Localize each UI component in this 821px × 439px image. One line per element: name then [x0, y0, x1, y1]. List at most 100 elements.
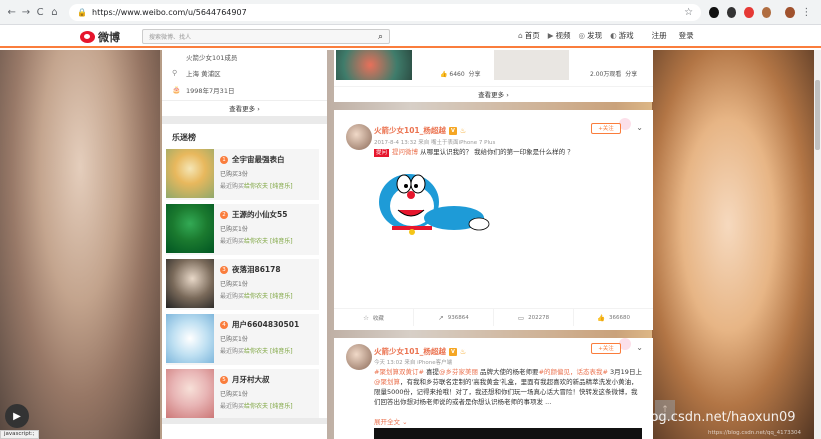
video-icon: ▶: [547, 31, 554, 40]
user-avatar[interactable]: [346, 344, 372, 370]
extension-icon[interactable]: [709, 6, 719, 18]
lock-icon: 🔒: [77, 7, 88, 17]
search-icon[interactable]: ⌕: [378, 32, 383, 42]
status-bar: javascript:;: [0, 430, 39, 439]
like-button[interactable]: 👍 366680: [574, 309, 653, 326]
rank-badge: 4: [220, 320, 228, 329]
video-card: 👍 6460 分享 2.00万观看 分享 查看更多 ›: [334, 50, 653, 102]
music-list-item[interactable]: 2 王源的小仙女55 已购买1份 最近购买给你农夫 [纯音乐]: [166, 204, 319, 255]
top-nav-links: ⌂ 首页 ▶ 视频 ◎ 发现 ◐ 游戏 注册 登录: [518, 30, 694, 41]
music-list-item[interactable]: 4 用户6604830501 已购买1份 最近购买给你农夫 [纯音乐]: [166, 314, 319, 365]
info-group: 火箭少女101成员: [186, 54, 238, 62]
purchase-count: 已购买1份: [220, 336, 248, 343]
chevron-down-icon[interactable]: ⌄: [636, 343, 643, 352]
recent-purchase: 最近购买给你农夫 [纯音乐]: [220, 183, 293, 190]
discover-icon: ◎: [578, 31, 586, 40]
fan-avatar[interactable]: [166, 204, 214, 253]
recent-purchase: 最近购买给你农夫 [纯音乐]: [220, 293, 293, 300]
view-more-link[interactable]: 查看更多 ›: [334, 86, 653, 102]
rank-badge: 5: [220, 375, 228, 384]
background-illustration-left: [0, 50, 160, 439]
info-birthday: 🎂 1998年7月31日: [172, 85, 235, 95]
music-section-title: 乐迷榜: [172, 133, 196, 142]
login-link[interactable]: 登录: [679, 30, 694, 41]
post-time[interactable]: 2017-8-4 13:32 来自 嘴土于表面iPhone 7 Plus: [374, 138, 495, 146]
user-name[interactable]: 火箭少女101_杨超越 V ♨: [374, 125, 466, 136]
location-icon: ⚲: [172, 68, 178, 77]
feed: 👍 6460 分享 2.00万观看 分享 查看更多 › 火箭少女101_杨超越 V…: [334, 50, 653, 439]
fan-badge-icon: ♨: [459, 347, 467, 356]
comment-button[interactable]: ▭ 202278: [494, 309, 574, 326]
address-bar[interactable]: 🔒 https://www.weibo.com/u/5644764907 ☆: [69, 3, 702, 21]
doraemon-illustration: [379, 174, 490, 235]
birthday-icon: 🎂: [172, 85, 181, 94]
fan-avatar[interactable]: [166, 149, 214, 198]
rank-badge: 2: [220, 210, 228, 219]
purchase-count: 已购买1份: [220, 391, 248, 398]
music-list-item[interactable]: 1 全宇宙最强表白 已购买3份 最近购买给你农夫 [纯音乐]: [166, 149, 319, 200]
extension-icon[interactable]: [744, 6, 754, 18]
recent-purchase: 最近购买给你农夫 [纯音乐]: [220, 238, 293, 245]
fan-name[interactable]: 月牙村大叔: [232, 374, 270, 385]
menu-icon[interactable]: ⋮: [801, 6, 812, 19]
forward-icon[interactable]: →: [20, 6, 31, 19]
profile-sidebar: 火箭少女101成员 ⚲ 上海 黄浦区 🎂 1998年7月31日 查看更多 › 乐…: [162, 50, 327, 439]
home-icon[interactable]: ⌂: [49, 6, 60, 19]
browser-toolbar: ← → C ⌂ 🔒 https://www.weibo.com/u/564476…: [0, 0, 821, 25]
music-list-item[interactable]: 5 月牙村大叔 已购买1份 最近购买给你农夫 [纯音乐]: [166, 369, 319, 420]
star-icon[interactable]: ☆: [684, 7, 693, 18]
follow-button[interactable]: +关注: [591, 123, 621, 134]
nav-video[interactable]: ▶ 视频: [548, 30, 571, 41]
nav-home[interactable]: ⌂ 首页: [518, 30, 540, 41]
register-link[interactable]: 注册: [652, 30, 667, 41]
fan-badge-icon: ♨: [459, 126, 467, 135]
post-image[interactable]: [374, 162, 494, 242]
favorite-button[interactable]: ☆ 收藏: [334, 309, 414, 326]
nav-discover[interactable]: ◎ 发现: [579, 30, 603, 41]
post-text: #聚划算双黄订# 喜提@乡芬家美丽 品牌大使的杨老师要#的颜偏见，话态表我# 3…: [374, 368, 642, 406]
verified-icon: V: [448, 126, 457, 135]
video-player[interactable]: [374, 428, 642, 439]
play-icon[interactable]: ▶: [5, 404, 29, 428]
question-tag: 提问: [374, 149, 390, 157]
weibo-logo[interactable]: 微博: [80, 29, 120, 45]
music-list-item[interactable]: 3 夜落泪86178 已购买1份 最近购买给你农夫 [纯音乐]: [166, 259, 319, 310]
search-placeholder: 搜索微博、找人: [149, 34, 192, 41]
purchase-count: 已购买1份: [220, 281, 248, 288]
video-thumbnail[interactable]: [494, 50, 569, 80]
watermark: https://blog.csdn.net/haoxun09: [592, 410, 796, 425]
profile-more-link[interactable]: 查看更多 ›: [162, 100, 327, 116]
page-scrollbar[interactable]: [814, 50, 821, 439]
fan-name[interactable]: 王源的小仙女55: [232, 209, 287, 220]
nav-game[interactable]: ◐ 游戏: [610, 30, 634, 41]
view-count: 2.00万观看 分享: [590, 71, 638, 78]
post-time[interactable]: 今天 13:02 来自 iPhone客户端: [374, 358, 452, 366]
info-location: ⚲ 上海 黄浦区: [172, 68, 221, 78]
extension-icon[interactable]: [761, 6, 772, 18]
background-illustration-right: [652, 50, 821, 439]
user-name[interactable]: 火箭少女101_杨超越 V ♨: [374, 346, 466, 357]
fan-avatar[interactable]: [166, 369, 214, 418]
reload-icon[interactable]: C: [35, 6, 46, 19]
video-thumbnail[interactable]: [336, 50, 412, 80]
extension-icon[interactable]: [726, 6, 737, 18]
scrollbar-thumb[interactable]: [815, 80, 820, 150]
fan-avatar[interactable]: [166, 259, 214, 308]
user-avatar[interactable]: [346, 124, 372, 150]
url-text: https://www.weibo.com/u/5644764907: [92, 7, 247, 17]
recent-purchase: 最近购买给你农夫 [纯音乐]: [220, 403, 293, 410]
expand-full-text[interactable]: 展开全文 ⌄: [374, 416, 408, 426]
repost-button[interactable]: ↗ 936864: [414, 309, 494, 326]
divider: [162, 418, 327, 424]
fan-avatar[interactable]: [166, 314, 214, 363]
back-icon[interactable]: ←: [6, 6, 17, 19]
fan-name[interactable]: 全宇宙最强表白: [232, 154, 285, 165]
profile-avatar[interactable]: [785, 6, 795, 18]
fan-name[interactable]: 用户6604830501: [232, 319, 299, 330]
follow-button[interactable]: +关注: [591, 343, 621, 354]
chevron-down-icon[interactable]: ⌄: [636, 123, 643, 132]
view-count: 👍 6460 分享: [440, 71, 481, 78]
fan-name[interactable]: 夜落泪86178: [232, 264, 281, 275]
purchase-count: 已购买1份: [220, 226, 248, 233]
search-input[interactable]: 搜索微博、找人 ⌕: [142, 29, 390, 44]
